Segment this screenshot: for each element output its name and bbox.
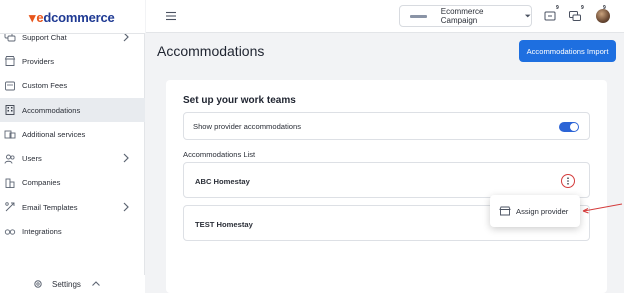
sidebar-item-label: Accommodations: [22, 105, 81, 115]
sidebar-menu: Support Chat Providers Custom Fees Accom…: [0, 25, 145, 244]
brand-logo[interactable]: ▾edcommerce: [29, 10, 115, 26]
sidebar-item-accommodations[interactable]: Accommodations: [0, 97, 145, 123]
users-icon: [4, 154, 15, 164]
logo-bar: ▾edcommerce: [0, 0, 145, 33]
sidebar: Support Chat Providers Custom Fees Accom…: [0, 0, 145, 293]
toggle-label: Show provider accommodations: [193, 122, 302, 131]
gear-icon: [34, 280, 42, 288]
email-template-icon: [5, 202, 15, 212]
sidebar-item-companies[interactable]: Companies: [0, 171, 145, 195]
avatar-badge: 9: [603, 5, 606, 11]
avatar[interactable]: [596, 9, 610, 23]
sidebar-item-label: Email Templates: [22, 202, 78, 212]
sidebar-item-integrations[interactable]: Integrations: [0, 219, 145, 243]
toggle-knob: [570, 123, 578, 131]
sidebar-item-users[interactable]: Users: [0, 146, 145, 170]
accommodation-name: TEST Homestay: [195, 220, 253, 229]
notification-badge: 9: [555, 5, 560, 11]
sidebar-item-label: Integrations: [22, 227, 62, 237]
integrations-icon: [4, 228, 16, 235]
accommodation-name: ABC Homestay: [195, 177, 250, 186]
assign-provider-label: Assign provider: [516, 206, 569, 216]
chevron-right-icon: [123, 154, 129, 163]
campaign-label: Ecommerce Campaign: [440, 7, 484, 25]
settings-button[interactable]: Settings: [0, 275, 145, 293]
campaign-logo-icon: [410, 14, 427, 18]
building-icon: [5, 105, 15, 115]
list-item[interactable]: ABC Homestay: [183, 162, 590, 198]
card-title: Set up your work teams: [183, 95, 296, 106]
messages-icon[interactable]: [568, 9, 582, 23]
services-icon: [4, 130, 16, 139]
settings-label: Settings: [52, 279, 81, 289]
sidebar-item-providers[interactable]: Providers: [0, 49, 145, 73]
sidebar-item-label: Custom Fees: [22, 81, 68, 91]
fee-tag-icon: [5, 81, 15, 91]
row-actions-button[interactable]: [561, 174, 575, 188]
accommodations-import-button[interactable]: Accommodations Import: [519, 40, 616, 62]
sidebar-item-label: Companies: [22, 178, 61, 188]
sidebar-item-email-templates[interactable]: Email Templates: [0, 195, 145, 219]
logo-divider: [0, 33, 145, 34]
sidebar-item-custom-fees[interactable]: Custom Fees: [0, 74, 145, 98]
accommodations-list-label: Accommodations List: [183, 150, 256, 159]
chevron-down-icon: [524, 14, 531, 18]
chevron-up-icon: [92, 281, 100, 286]
kebab-menu-icon: [567, 177, 569, 185]
assign-provider-menu-item[interactable]: Assign provider: [490, 195, 580, 227]
sidebar-item-label: Users: [22, 154, 42, 164]
chevron-right-icon: [123, 202, 129, 212]
annotation-arrow: [582, 203, 623, 214]
notification-icon[interactable]: [543, 9, 557, 23]
logo-name: dcommerce: [43, 10, 115, 25]
sidebar-item-label: Additional services: [22, 129, 86, 139]
messages-badge: 9: [580, 5, 585, 11]
show-provider-accommodations-row: Show provider accommodations: [183, 112, 590, 140]
store-icon: [499, 206, 511, 216]
campaign-selector[interactable]: Ecommerce Campaign: [399, 5, 532, 27]
store-icon: [4, 56, 16, 67]
show-provider-accommodations-toggle[interactable]: [559, 122, 579, 132]
companies-icon: [5, 178, 15, 188]
topbar: Ecommerce Campaign 9 9 9: [146, 0, 624, 33]
sidebar-item-label: Providers: [22, 56, 55, 66]
page-title: Accommodations: [157, 43, 265, 59]
hamburger-menu-icon[interactable]: [165, 10, 177, 22]
sidebar-item-additional-services[interactable]: Additional services: [0, 122, 145, 146]
logo-mark-icon: ▾: [29, 10, 36, 25]
